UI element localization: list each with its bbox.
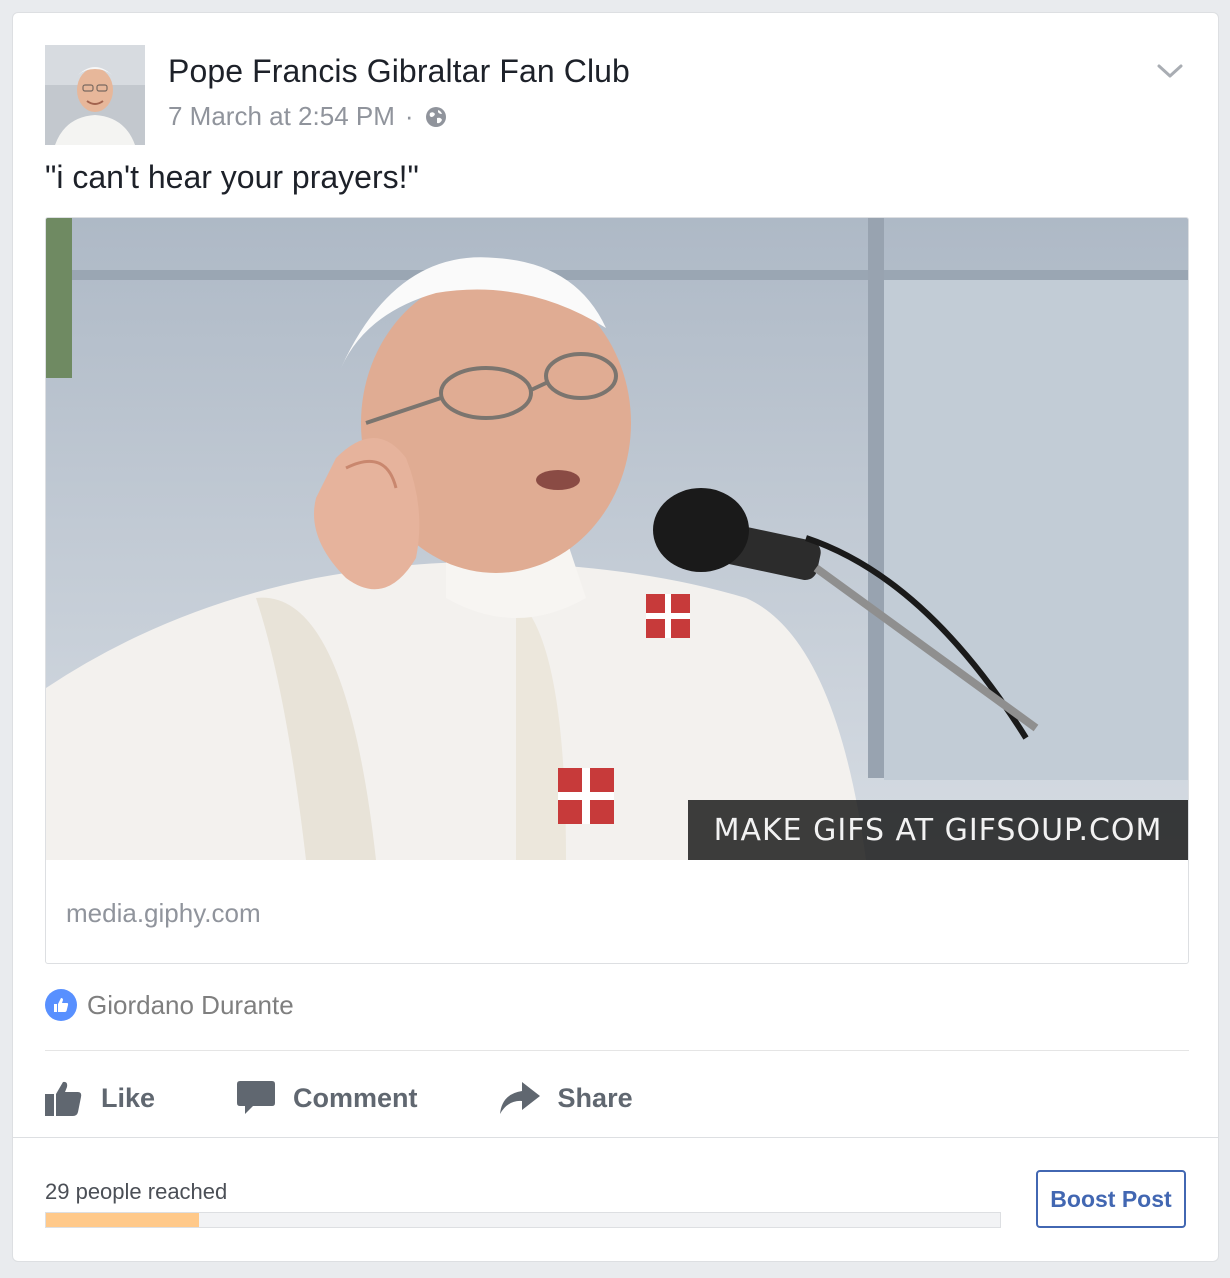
gif-watermark: MAKE GIFS AT GIFSOUP.COM xyxy=(688,800,1188,860)
reaction-names: Giordano Durante xyxy=(87,989,294,1020)
chevron-down-icon[interactable] xyxy=(1156,61,1184,81)
page-avatar[interactable] xyxy=(45,45,145,145)
boost-post-button[interactable]: Boost Post xyxy=(1036,1170,1186,1228)
like-badge-icon xyxy=(45,989,77,1021)
reactions-summary[interactable]: Giordano Durante xyxy=(45,989,294,1021)
reach-label[interactable]: 29 people reached xyxy=(45,1179,227,1205)
link-attachment[interactable]: MAKE GIFS AT GIFSOUP.COM media.giphy.com xyxy=(45,217,1189,964)
post-actions: Like Comment Share xyxy=(45,1063,715,1133)
gif-image[interactable]: MAKE GIFS AT GIFSOUP.COM xyxy=(46,218,1188,860)
post-message: "i can't hear your prayers!" xyxy=(45,159,419,195)
like-label: Like xyxy=(101,1082,156,1113)
pope-listening-image xyxy=(46,218,1188,860)
post-card: Pope Francis Gibraltar Fan Club 7 March … xyxy=(12,12,1219,1262)
like-button[interactable]: Like xyxy=(45,1080,155,1116)
reach-progress-bar xyxy=(45,1212,1001,1228)
thumbs-up-icon xyxy=(45,1081,82,1116)
link-domain: media.giphy.com xyxy=(66,898,261,928)
post-meta: 7 March at 2:54 PM · xyxy=(168,101,448,132)
pope-portrait-image xyxy=(45,45,145,145)
divider xyxy=(45,1050,1189,1051)
reach-progress-fill xyxy=(46,1213,199,1227)
insights-divider xyxy=(13,1137,1218,1138)
share-arrow-icon xyxy=(499,1082,540,1114)
meta-separator: · xyxy=(404,101,414,131)
comment-label: Comment xyxy=(293,1082,418,1113)
globe-icon[interactable] xyxy=(424,105,448,129)
page-name-link[interactable]: Pope Francis Gibraltar Fan Club xyxy=(168,53,630,90)
share-label: Share xyxy=(557,1082,633,1113)
comment-button[interactable]: Comment xyxy=(237,1081,418,1115)
post-timestamp[interactable]: 7 March at 2:54 PM xyxy=(168,101,395,132)
share-button[interactable]: Share xyxy=(499,1082,633,1114)
comment-icon xyxy=(237,1081,276,1114)
